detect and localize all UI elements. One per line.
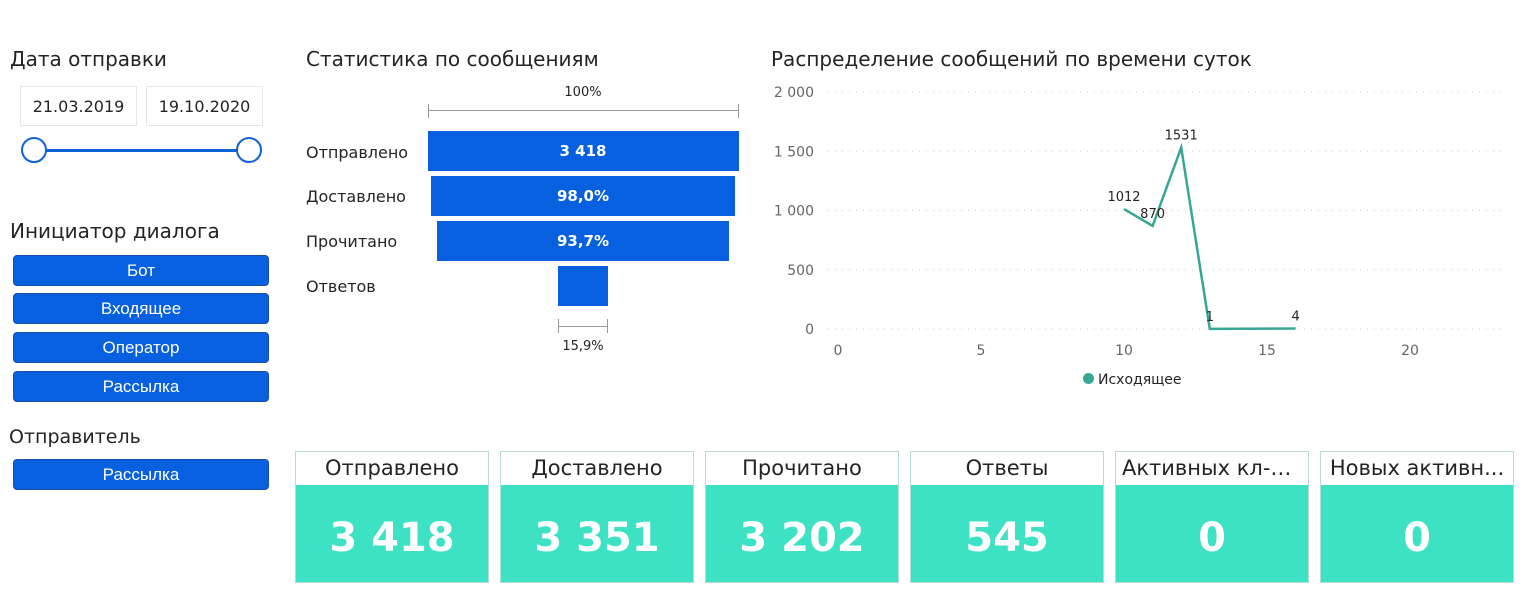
funnel-bar[interactable]: 98,0% [430, 176, 736, 216]
data-label: 870 [1140, 207, 1165, 222]
x-tick-label: 5 [977, 343, 986, 359]
funnel-bottom-bracket [558, 326, 608, 327]
y-tick-label: 1 000 [774, 204, 814, 220]
kpi-card: Прочитано 3 202 [705, 451, 899, 583]
bracket-tick [428, 104, 429, 118]
start-date-input[interactable]: 21.03.2019 [20, 86, 137, 126]
kpi-card-title: Новых активн... [1329, 456, 1505, 480]
legend: Исходящее [1083, 372, 1182, 388]
kpi-card-value: 3 202 [706, 485, 898, 582]
bracket-tick [607, 319, 608, 333]
funnel-stage-label: Доставлено [306, 187, 406, 206]
funnel-top-bracket [428, 110, 738, 111]
data-label: 1 [1206, 310, 1214, 325]
data-label: 1531 [1165, 129, 1198, 144]
x-tick-label: 10 [1115, 343, 1133, 359]
initiator-operator-button[interactable]: Оператор [13, 332, 269, 363]
kpi-card: Доставлено 3 351 [500, 451, 694, 583]
date-slider-track[interactable] [34, 149, 254, 152]
funnel-title: Статистика по сообщениям [306, 47, 599, 71]
kpi-card: Активных кл-т... 0 [1115, 451, 1309, 583]
kpi-card-value: 0 [1321, 485, 1513, 582]
legend-label: Исходящее [1098, 372, 1182, 388]
funnel-stage-label: Ответов [306, 277, 376, 296]
funnel-bottom-label: 15,9% [562, 339, 604, 354]
initiator-title: Инициатор диалога [10, 219, 220, 243]
sender-title: Отправитель [9, 426, 141, 448]
sender-mailing-button[interactable]: Рассылка [13, 459, 269, 490]
initiator-incoming-button[interactable]: Входящее [13, 293, 269, 324]
end-date-input[interactable]: 19.10.2020 [146, 86, 263, 126]
x-tick-label: 0 [834, 343, 843, 359]
x-tick-label: 15 [1258, 343, 1276, 359]
x-tick-label: 20 [1401, 343, 1419, 359]
funnel-stage-label: Отправлено [306, 143, 409, 162]
kpi-card: Ответы 545 [910, 451, 1104, 583]
kpi-card-title: Доставлено [531, 456, 663, 480]
kpi-card-title: Ответы [965, 456, 1049, 480]
initiator-mailing-button[interactable]: Рассылка [13, 371, 269, 402]
kpi-card-value: 3 351 [501, 485, 693, 582]
bracket-tick [738, 104, 739, 118]
funnel-bar[interactable]: 3 418 [427, 131, 739, 171]
y-tick-label: 1 500 [774, 144, 814, 160]
bracket-tick [558, 319, 559, 333]
y-tick-label: 500 [787, 263, 814, 279]
kpi-card: Отправлено 3 418 [295, 451, 489, 583]
data-label: 4 [1291, 310, 1299, 325]
kpi-card-value: 3 418 [296, 485, 488, 582]
date-filter-title: Дата отправки [10, 47, 167, 71]
y-tick-label: 0 [805, 322, 814, 338]
series-line [1123, 142, 1296, 331]
funnel-stage-label: Прочитано [306, 232, 398, 251]
funnel-bar[interactable] [558, 266, 608, 306]
kpi-card-title: Отправлено [325, 456, 459, 480]
kpi-card: Новых активн... 0 [1320, 451, 1514, 583]
kpi-card-value: 545 [911, 485, 1103, 582]
line-chart: 0 500 1 000 1 500 2 000 0 5 10 15 20 1012870 1531 1 4 [774, 85, 1505, 359]
kpi-card-value: 0 [1116, 485, 1308, 582]
date-slider-start-handle[interactable] [21, 137, 47, 163]
y-tick-label: 2 000 [774, 85, 814, 101]
funnel-bar[interactable]: 93,7% [437, 221, 729, 261]
kpi-card-title: Прочитано [742, 456, 862, 480]
line-chart-title: Распределение сообщений по времени суток [771, 47, 1252, 71]
legend-dot-icon [1083, 373, 1094, 384]
date-slider-end-handle[interactable] [236, 137, 262, 163]
funnel-top-label: 100% [564, 85, 602, 100]
kpi-card-title: Активных кл-т... [1122, 456, 1303, 480]
initiator-bot-button[interactable]: Бот [13, 255, 269, 286]
data-label: 1012 [1107, 190, 1140, 205]
